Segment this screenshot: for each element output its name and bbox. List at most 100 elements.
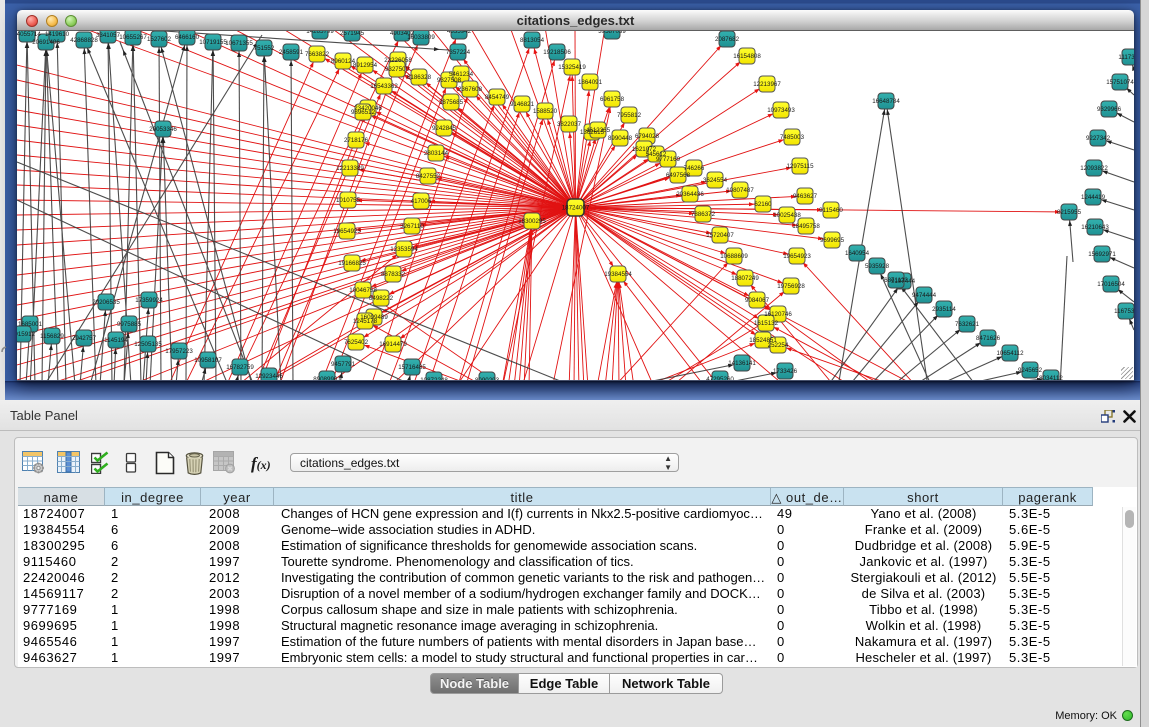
svg-text:9242845: 9242845 [432, 125, 457, 132]
svg-text:12353594: 12353594 [390, 246, 418, 253]
svg-text:6466160: 6466160 [175, 34, 200, 41]
svg-text:8186328: 8186328 [407, 74, 432, 81]
svg-text:5461234: 5461234 [449, 71, 474, 78]
svg-text:8990448: 8990448 [608, 135, 633, 142]
svg-text:19756928: 19756928 [777, 283, 805, 290]
svg-text:6794028: 6794028 [635, 133, 660, 140]
svg-text:47295260: 47295260 [706, 376, 734, 381]
svg-text:8960124: 8960124 [331, 58, 356, 65]
svg-text:1244419: 1244419 [1081, 194, 1106, 201]
svg-text:16914479: 16914479 [379, 341, 407, 348]
svg-text:8912954: 8912954 [353, 62, 378, 69]
svg-text:19654923: 19654923 [783, 253, 811, 260]
svg-text:9463627: 9463627 [793, 193, 818, 200]
svg-text:17957223: 17957223 [165, 348, 193, 355]
svg-text:16782759: 16782759 [226, 364, 254, 371]
svg-text:9699695: 9699695 [820, 237, 845, 244]
svg-text:7886372: 7886372 [691, 211, 716, 218]
svg-text:2571945: 2571945 [340, 31, 365, 37]
svg-text:3341057: 3341057 [96, 32, 121, 39]
svg-text:1156829: 1156829 [40, 333, 64, 340]
svg-text:15716485: 15716485 [398, 364, 426, 371]
svg-text:12093822: 12093822 [1080, 165, 1108, 172]
svg-text:15325419: 15325419 [558, 64, 586, 71]
svg-text:7663822: 7663822 [305, 51, 330, 58]
svg-text:2942757: 2942757 [72, 335, 97, 342]
svg-text:10671355: 10671355 [225, 40, 253, 47]
svg-text:16033809: 16033809 [407, 34, 435, 41]
svg-text:39587039: 39587039 [598, 31, 626, 35]
svg-text:1527602: 1527602 [147, 36, 172, 43]
svg-text:15692971: 15692971 [1088, 251, 1116, 258]
svg-text:19384554: 19384554 [604, 271, 632, 278]
svg-text:9245652: 9245652 [1018, 367, 1043, 374]
svg-text:1615132: 1615132 [754, 320, 779, 327]
svg-text:9227342: 9227342 [1086, 135, 1111, 142]
svg-text:18495758: 18495758 [792, 223, 820, 230]
svg-text:9146821: 9146821 [510, 101, 535, 108]
svg-text:9474444: 9474444 [912, 292, 937, 299]
svg-text:417006: 417006 [411, 198, 432, 205]
svg-text:16648784: 16648784 [872, 98, 900, 105]
svg-text:7632621: 7632621 [955, 321, 980, 328]
svg-text:7485003: 7485003 [780, 134, 805, 141]
svg-text:23226058: 23226058 [384, 57, 412, 64]
svg-text:10958107: 10958107 [194, 357, 222, 364]
svg-text:10046758: 10046758 [349, 287, 377, 294]
svg-text:9327508: 9327508 [437, 77, 462, 84]
svg-text:20691406: 20691406 [32, 39, 60, 46]
svg-text:9329966: 9329966 [1097, 106, 1122, 113]
svg-text:8813054: 8813054 [520, 37, 545, 44]
svg-text:3875685: 3875685 [439, 99, 464, 106]
svg-text:19218506: 19218506 [543, 49, 571, 56]
svg-text:252254: 252254 [768, 342, 789, 349]
svg-text:4335942: 4335942 [447, 31, 472, 35]
svg-text:14136141: 14136141 [728, 360, 756, 367]
svg-text:9975885: 9975885 [117, 321, 142, 328]
svg-text:19166825: 19166825 [338, 260, 366, 267]
svg-text:10688609: 10688609 [720, 253, 748, 260]
svg-text:1733426: 1733426 [773, 368, 798, 375]
svg-text:8090293: 8090293 [475, 377, 500, 381]
svg-text:2458591: 2458591 [279, 49, 304, 56]
svg-text:9457791: 9457791 [331, 361, 356, 368]
svg-text:10654112: 10654112 [996, 350, 1024, 357]
svg-text:89089901: 89089901 [313, 376, 341, 381]
svg-text:16210643: 16210643 [1081, 224, 1109, 231]
svg-text:4612365: 4612365 [586, 127, 611, 134]
svg-text:17016504: 17016504 [1097, 281, 1125, 288]
svg-text:18807249: 18807249 [731, 275, 759, 282]
svg-text:17359924: 17359924 [135, 297, 163, 304]
svg-text:751552: 751552 [254, 45, 275, 52]
svg-text:16154808: 16154808 [733, 53, 761, 60]
svg-text:10655267: 10655267 [119, 34, 147, 41]
svg-text:9327500: 9327500 [385, 66, 410, 73]
svg-text:1145194: 1145194 [104, 337, 128, 344]
svg-text:7357224: 7357224 [446, 49, 471, 56]
svg-text:2367608: 2367608 [458, 86, 483, 93]
svg-text:10807487: 10807487 [726, 187, 754, 194]
svg-text:7625402: 7625402 [344, 339, 369, 346]
svg-text:62160: 62160 [754, 201, 772, 208]
svg-text:9896512: 9896512 [351, 109, 376, 116]
svg-text:5935928: 5935928 [865, 263, 890, 270]
svg-text:8498222: 8498222 [369, 295, 394, 302]
svg-text:6961758: 6961758 [600, 96, 625, 103]
svg-text:1685001: 1685001 [18, 321, 43, 328]
svg-text:9777169: 9777169 [656, 156, 681, 163]
svg-text:16543362: 16543362 [370, 83, 398, 90]
svg-text:14265799: 14265799 [306, 31, 334, 35]
svg-text:9115460: 9115460 [819, 207, 843, 214]
svg-text:6497568: 6497568 [666, 172, 691, 179]
svg-text:1117344: 1117344 [1118, 54, 1134, 61]
svg-text:12975115: 12975115 [786, 163, 814, 170]
svg-text:1588520: 1588520 [533, 108, 558, 115]
svg-text:3267110: 3267110 [400, 223, 424, 230]
svg-text:746266: 746266 [684, 165, 705, 172]
svg-text:10025438: 10025438 [773, 212, 801, 219]
svg-text:8034112: 8034112 [1039, 375, 1063, 381]
svg-text:14055714: 14055714 [17, 31, 41, 38]
svg-text:20206535: 20206535 [92, 299, 120, 306]
svg-text:18300295: 18300295 [518, 218, 546, 225]
svg-text:3822037: 3822037 [557, 121, 582, 128]
